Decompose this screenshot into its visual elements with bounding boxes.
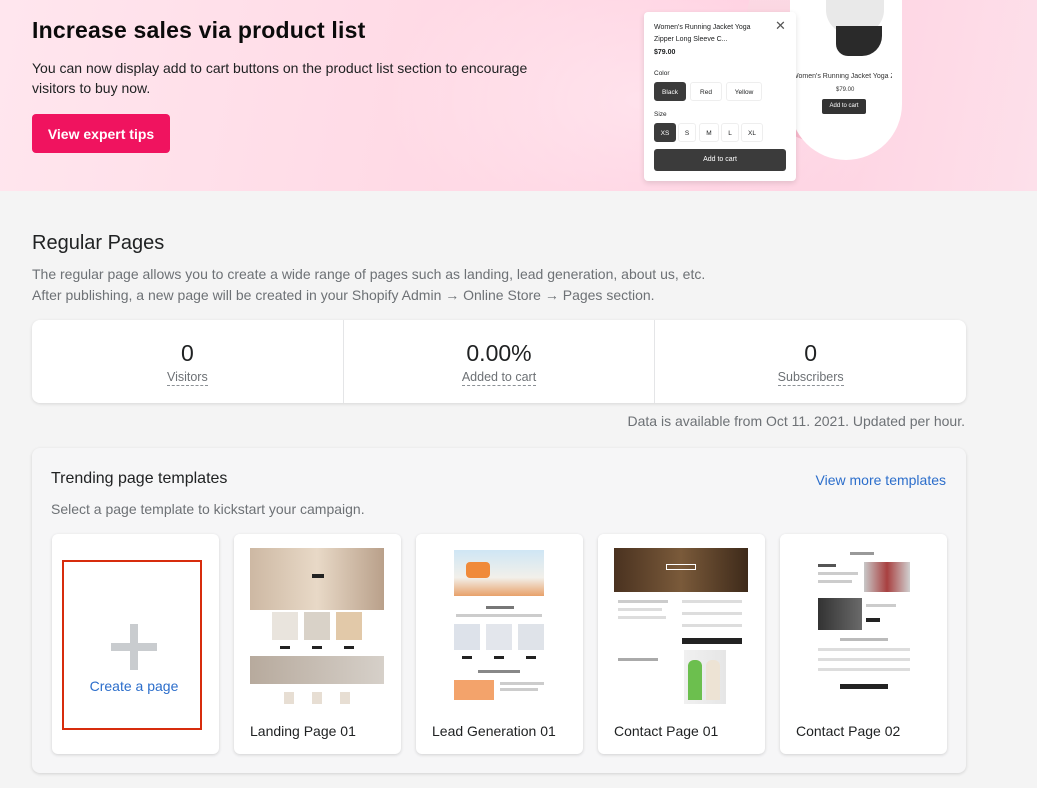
popup-price: $79.00 — [654, 49, 676, 56]
popup-color-label: Color — [654, 70, 670, 77]
color-chip-yellow: Yellow — [726, 82, 762, 101]
section-title: Regular Pages — [32, 232, 165, 254]
template-tile-landing-page[interactable]: Landing Page 01 — [234, 534, 401, 754]
stat-label[interactable]: Added to cart — [344, 370, 655, 386]
template-name: Lead Generation 01 — [432, 723, 556, 739]
size-chip-l: L — [721, 123, 739, 142]
stat-value: 0 — [180, 340, 194, 366]
size-chip-xs: XS — [654, 123, 676, 142]
stat-visitors: 0 Visitors — [32, 320, 344, 403]
section-description: The regular page allows you to create a … — [32, 264, 732, 306]
stat-subscribers: 0 Subscribers — [655, 320, 966, 403]
stat-label[interactable]: Visitors — [32, 370, 343, 386]
close-icon: ✕ — [775, 18, 786, 33]
promo-banner: Increase sales via product list You can … — [0, 0, 1037, 191]
template-thumbnail — [780, 534, 947, 704]
color-chip-black: Black — [654, 82, 686, 101]
size-chip-s: S — [678, 123, 696, 142]
template-thumbnail — [416, 534, 583, 704]
stat-value: 0.00% — [466, 340, 532, 366]
back-card-add-to-cart: Add to cart — [822, 99, 866, 114]
template-name: Contact Page 02 — [796, 723, 901, 739]
stat-added-to-cart: 0.00% Added to cart — [344, 320, 656, 403]
trending-templates-card: Trending page templates View more templa… — [32, 448, 966, 773]
popup-size-label: Size — [654, 111, 667, 118]
create-page-label[interactable]: Create a page — [64, 678, 204, 694]
stat-label[interactable]: Subscribers — [655, 370, 966, 386]
size-chip-xl: XL — [741, 123, 763, 142]
stats-card: 0 Visitors 0.00% Added to cart 0 Subscri… — [32, 320, 966, 403]
template-tile-lead-generation[interactable]: Lead Generation 01 — [416, 534, 583, 754]
template-thumbnail — [234, 534, 401, 704]
banner-description: You can now display add to cart buttons … — [32, 60, 528, 96]
template-name: Contact Page 01 — [614, 723, 719, 739]
create-page-highlight[interactable]: Create a page — [62, 560, 202, 730]
banner-title: Increase sales via product list — [32, 17, 366, 43]
popup-add-to-cart: Add to cart — [654, 149, 786, 171]
description-line-1: The regular page allows you to create a … — [32, 266, 706, 282]
color-chip-red: Red — [690, 82, 722, 101]
data-availability-note: Data is available from Oct 11. 2021. Upd… — [627, 413, 966, 429]
size-chip-m: M — [699, 123, 719, 142]
stat-value: 0 — [804, 340, 818, 366]
templates-description: Select a page template to kickstart your… — [51, 501, 365, 517]
template-name: Landing Page 01 — [250, 723, 356, 739]
back-card-price: $79.00 — [836, 87, 855, 93]
product-popup-illustration: Women's Running Jacket Yoga Zipper Long … — [644, 12, 796, 181]
template-tile-contact-page-02[interactable]: Contact Page 02 — [780, 534, 947, 754]
template-tile-contact-page-01[interactable]: Contact Page 01 — [598, 534, 765, 754]
popup-product-name: Women's Running Jacket Yoga Zipper Long … — [654, 24, 751, 43]
description-line-2: After publishing, a new page will be cre… — [32, 287, 655, 303]
create-page-tile[interactable]: Create a page — [52, 534, 219, 754]
template-thumbnail — [598, 534, 765, 704]
view-more-templates-link[interactable]: View more templates — [816, 472, 946, 488]
templates-title: Trending page templates — [51, 470, 228, 487]
plus-icon-bar — [111, 643, 157, 651]
back-card-product-name: Women's Running Jacket Yoga Zippe — [792, 73, 892, 80]
view-expert-tips-button[interactable]: View expert tips — [32, 114, 170, 153]
